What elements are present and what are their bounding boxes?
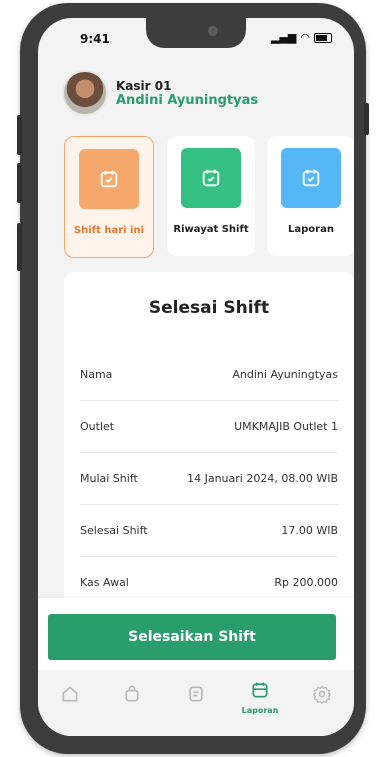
home-icon bbox=[62, 686, 78, 702]
calendar-icon bbox=[252, 682, 268, 698]
tile-icon-box bbox=[281, 148, 341, 208]
detail-row: Nama Andini Ayuningtyas bbox=[80, 348, 338, 401]
phone-side-button bbox=[17, 115, 22, 155]
row-label: Kas Awal bbox=[80, 575, 129, 589]
camera-dot bbox=[208, 26, 218, 36]
bottom-nav: Laporan bbox=[38, 670, 354, 736]
tile-icon-box bbox=[181, 148, 241, 208]
detail-row: Mulai Shift 14 Januari 2024, 08.00 WIB bbox=[80, 452, 338, 505]
wifi-icon: ◠ bbox=[300, 31, 310, 44]
row-label: Outlet bbox=[80, 419, 115, 433]
document-icon bbox=[189, 686, 203, 702]
nav-item-document[interactable] bbox=[176, 684, 216, 708]
app-screen: 9:41 ▂▄▆ ◠ Kasir 01 Andini Ayuningtyas S… bbox=[38, 18, 354, 736]
battery-icon bbox=[314, 32, 332, 43]
row-value: 14 Januari 2024, 08.00 WIB bbox=[187, 471, 338, 485]
user-header: Kasir 01 Andini Ayuningtyas bbox=[62, 70, 258, 116]
calendar-check-icon bbox=[100, 170, 118, 188]
detail-row: Outlet UMKMAJIB Outlet 1 bbox=[80, 400, 338, 453]
bottom-panel: Selesaikan Shift Laporan bbox=[38, 598, 354, 736]
row-label: Selesai Shift bbox=[80, 523, 148, 537]
detail-row: Selesai Shift 17.00 WIB bbox=[80, 504, 338, 557]
gear-icon bbox=[313, 685, 331, 704]
tile-label: Shift hari ini bbox=[73, 225, 145, 236]
row-value: UMKMAJIB Outlet 1 bbox=[234, 419, 338, 433]
status-time: 9:41 bbox=[80, 32, 110, 46]
card-title: Selesai Shift bbox=[148, 298, 270, 318]
tile-label: Laporan bbox=[288, 224, 334, 235]
row-label: Mulai Shift bbox=[80, 471, 138, 485]
user-role: Kasir 01 bbox=[116, 78, 172, 93]
bag-icon bbox=[125, 685, 139, 702]
selesaikan-shift-button[interactable]: Selesaikan Shift bbox=[48, 614, 336, 660]
phone-power-button bbox=[364, 103, 369, 135]
avatar[interactable] bbox=[62, 70, 108, 116]
tile-label: Riwayat Shift bbox=[173, 224, 249, 235]
row-value: 17.00 WIB bbox=[281, 523, 338, 537]
tile-icon-box bbox=[79, 149, 139, 209]
calendar-check-icon bbox=[202, 169, 220, 187]
tile-shift-hari-ini[interactable]: Shift hari ini bbox=[64, 136, 154, 258]
tile-riwayat-shift[interactable]: Riwayat Shift bbox=[167, 136, 255, 256]
row-label: Nama bbox=[80, 367, 113, 381]
phone-side-button bbox=[17, 163, 22, 203]
row-value: Andini Ayuningtyas bbox=[232, 367, 338, 381]
nav-item-settings[interactable] bbox=[302, 684, 342, 708]
nav-item-laporan[interactable]: Laporan bbox=[240, 680, 280, 715]
row-value: Rp 200.000 bbox=[274, 575, 338, 589]
calendar-check-icon bbox=[302, 169, 320, 187]
tile-laporan[interactable]: Laporan bbox=[267, 136, 354, 256]
nav-label-laporan: Laporan bbox=[241, 706, 279, 715]
notch bbox=[146, 18, 246, 48]
signal-icon: ▂▄▆ bbox=[271, 31, 297, 44]
status-icons: ▂▄▆ ◠ bbox=[271, 31, 332, 44]
nav-item-home[interactable] bbox=[50, 684, 90, 708]
user-name: Andini Ayuningtyas bbox=[116, 92, 259, 108]
shift-detail-card: Selesai Shift Nama Andini Ayuningtyas Ou… bbox=[64, 272, 354, 612]
phone-side-button bbox=[17, 223, 22, 271]
nav-item-bag[interactable] bbox=[112, 684, 152, 708]
